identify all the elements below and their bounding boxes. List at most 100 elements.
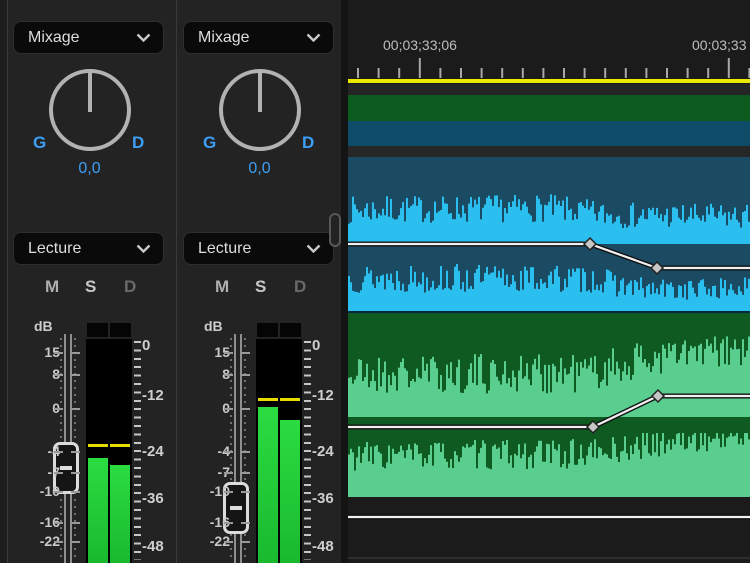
fader-major-tick bbox=[241, 374, 250, 376]
fader-major-tick bbox=[54, 451, 63, 453]
fader-scale-label: -10 bbox=[178, 483, 230, 499]
fader-major-tick bbox=[54, 472, 63, 474]
audio-track-background bbox=[348, 311, 750, 313]
fader-scale-label: -22 bbox=[178, 533, 230, 549]
pan-right-label: D bbox=[302, 133, 314, 153]
peak-indicator-left bbox=[258, 398, 278, 401]
peak-indicator-right bbox=[280, 398, 300, 401]
fader-major-tick bbox=[54, 491, 63, 493]
timeline-panel: 00;03;33;0600;03;33 bbox=[348, 0, 750, 563]
fader-major-tick bbox=[224, 408, 233, 410]
fader-major-tick bbox=[54, 541, 63, 543]
fader-handle-grip bbox=[230, 506, 242, 510]
fader-major-tick bbox=[241, 352, 250, 354]
pan-value[interactable]: 0,0 bbox=[178, 160, 341, 178]
level-meter bbox=[86, 339, 132, 563]
meter-scale-label: -36 bbox=[312, 490, 346, 507]
meter-bar-left bbox=[88, 458, 108, 563]
fader-handle-grip bbox=[60, 466, 72, 470]
strip-divider bbox=[176, 0, 177, 563]
fader-major-tick bbox=[71, 408, 80, 410]
pan-value[interactable]: 0,0 bbox=[8, 160, 171, 178]
clip-indicator-right bbox=[110, 323, 131, 337]
clip-indicator-right bbox=[280, 323, 301, 337]
fader-scale-label: 0 bbox=[8, 400, 60, 416]
meter-scale-label: -12 bbox=[142, 387, 176, 404]
panel-left-edge bbox=[0, 0, 7, 563]
fader-major-tick bbox=[224, 352, 233, 354]
fader-major-tick bbox=[71, 522, 80, 524]
chevron-down-icon bbox=[136, 244, 151, 253]
fader-major-tick bbox=[224, 374, 233, 376]
meter-scale-ticks bbox=[134, 341, 141, 560]
fader-major-tick bbox=[241, 408, 250, 410]
fader-major-tick bbox=[241, 472, 250, 474]
mute-button[interactable]: M bbox=[215, 277, 229, 297]
fader-major-tick bbox=[241, 451, 250, 453]
mixer-scrollbar-thumb[interactable] bbox=[329, 213, 341, 247]
timeline-canvas bbox=[348, 0, 750, 563]
meter-bar-right bbox=[110, 465, 130, 563]
clip-indicator-left bbox=[257, 323, 278, 337]
fader-scale-label: 15 bbox=[178, 344, 230, 360]
fader-major-tick bbox=[224, 522, 233, 524]
meter-scale-label: -24 bbox=[312, 443, 346, 460]
collapsed-track-bar[interactable] bbox=[348, 84, 750, 95]
collapsed-track-bar[interactable] bbox=[348, 121, 750, 146]
solo-button[interactable]: S bbox=[255, 277, 266, 297]
meter-scale-ticks bbox=[304, 341, 311, 560]
pan-knob-pointer bbox=[258, 73, 262, 112]
channel-strip-2: Mixage G D 0,0 Lecture M S D dB bbox=[178, 0, 341, 563]
fader-major-tick bbox=[54, 374, 63, 376]
input-assign-label: Mixage bbox=[28, 29, 80, 47]
fader-major-tick bbox=[71, 451, 80, 453]
meter-scale-label: -24 bbox=[142, 443, 176, 460]
fader-scale-label: -4 bbox=[8, 443, 60, 459]
timecode-label: 00;03;33 bbox=[692, 37, 747, 53]
record-button[interactable]: D bbox=[124, 277, 136, 297]
fader-scale-label: -7 bbox=[8, 464, 60, 480]
fader-major-tick bbox=[71, 374, 80, 376]
meter-scale-label: -36 bbox=[142, 490, 176, 507]
fader-major-tick bbox=[224, 491, 233, 493]
fader-major-tick bbox=[71, 472, 80, 474]
fader-scale-label: -16 bbox=[178, 514, 230, 530]
meter-bar-left bbox=[258, 407, 278, 563]
fader-major-tick bbox=[224, 472, 233, 474]
fader-scale-label: -16 bbox=[8, 514, 60, 530]
pan-right-label: D bbox=[132, 133, 144, 153]
meter-scale-label: -48 bbox=[142, 538, 176, 555]
work-area-bar[interactable] bbox=[348, 79, 750, 83]
fader-scale-label: -22 bbox=[8, 533, 60, 549]
pan-knob-pointer bbox=[88, 73, 92, 112]
audio-clip-mixer-window: Mixage G D 0,0 Lecture M S D dB bbox=[0, 0, 750, 563]
mute-button[interactable]: M bbox=[45, 277, 59, 297]
fader-major-tick bbox=[54, 408, 63, 410]
channel-strip-1: Mixage G D 0,0 Lecture M S D dB bbox=[8, 0, 171, 563]
fader-major-tick bbox=[241, 491, 250, 493]
collapsed-track-bar[interactable] bbox=[348, 95, 750, 121]
chevron-down-icon bbox=[136, 33, 151, 42]
fader-major-tick bbox=[241, 522, 250, 524]
collapsed-track-bar[interactable] bbox=[348, 146, 750, 157]
automation-mode-dropdown[interactable]: Lecture bbox=[183, 232, 334, 265]
meter-scale-label: -12 bbox=[312, 387, 346, 404]
fader-major-tick bbox=[224, 451, 233, 453]
solo-button[interactable]: S bbox=[85, 277, 96, 297]
record-button[interactable]: D bbox=[294, 277, 306, 297]
peak-indicator-left bbox=[88, 444, 108, 447]
fader-scale-label: 0 bbox=[178, 400, 230, 416]
fader-scale-label: 8 bbox=[178, 366, 230, 382]
meter-scale-label: 0 bbox=[312, 337, 346, 354]
fader-major-tick bbox=[71, 352, 80, 354]
level-meter bbox=[256, 339, 302, 563]
audio-clip-mixer-panel: Mixage G D 0,0 Lecture M S D dB bbox=[0, 0, 341, 563]
automation-mode-dropdown[interactable]: Lecture bbox=[13, 232, 164, 265]
input-assign-dropdown[interactable]: Mixage bbox=[13, 21, 164, 54]
fader-scale-label: 8 bbox=[8, 366, 60, 382]
meter-bar-right bbox=[280, 420, 300, 563]
meter-scale-label: 0 bbox=[142, 337, 176, 354]
chevron-down-icon bbox=[306, 33, 321, 42]
input-assign-dropdown[interactable]: Mixage bbox=[183, 21, 334, 54]
fader-major-tick bbox=[54, 352, 63, 354]
